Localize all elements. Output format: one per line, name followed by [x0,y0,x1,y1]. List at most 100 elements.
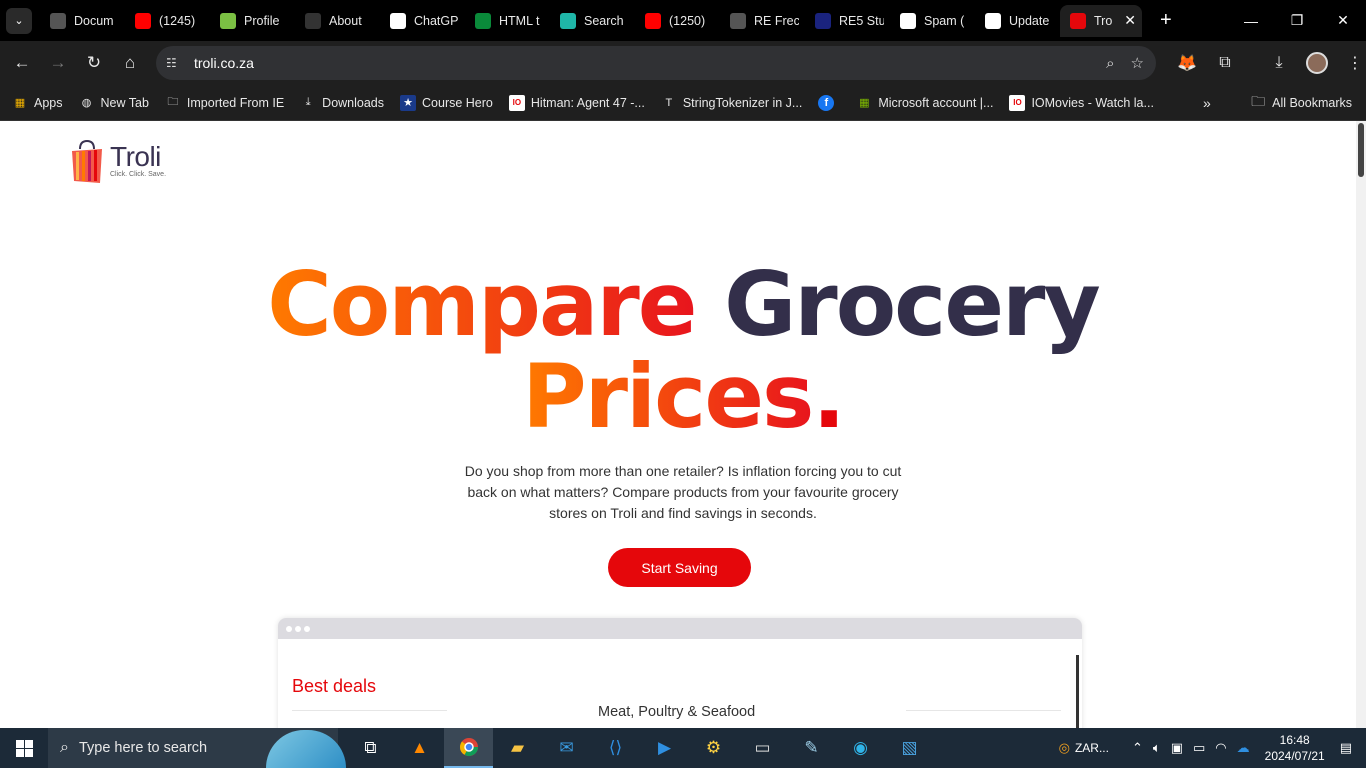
all-bookmarks-label: All Bookmarks [1272,96,1352,110]
minimize-icon[interactable]: — [1228,0,1274,41]
bookmark-item[interactable]: ▦ Apps [4,95,71,111]
home-button[interactable]: ⌂ [112,45,148,81]
hero-word-grocery: Grocery [724,253,1101,356]
tab-search-button[interactable]: ⌄ [6,7,32,34]
tab[interactable]: RE Frec [720,5,805,37]
extensions-icon[interactable]: ⧉ [1206,54,1244,72]
tab[interactable]: RE5 Stu [805,5,890,37]
bookmark-item[interactable]: 🗀 Imported From IE [157,95,292,111]
tab[interactable]: ChatGP [380,5,465,37]
onedrive-icon[interactable]: ☁ [1237,740,1250,756]
windows-logo-icon [15,739,33,757]
close-tab-icon[interactable]: ✕ [1124,12,1136,29]
media-player-icon[interactable]: ▶ [640,728,689,768]
reload-button[interactable]: ↻ [76,45,112,81]
tab[interactable]: Update [975,5,1060,37]
meet-now-icon[interactable]: ▣ [1171,740,1183,756]
vlc-icon[interactable]: ▲ [395,728,444,768]
task-view-icon[interactable]: ⧉ [346,728,395,768]
volume-icon[interactable]: 🔈︎ [1153,740,1161,756]
bookmark-label: Imported From IE [186,95,285,110]
address-bar[interactable]: ☷ troli.co.za ⌕ ☆ [156,46,1156,80]
bookmarks-overflow-button[interactable]: » [1203,85,1211,121]
clock[interactable]: 16:48 2024/07/21 [1265,732,1325,764]
bookmark-item[interactable]: T StringTokenizer in J... [653,95,811,111]
folder-icon: 🗀 [167,96,179,108]
bookmark-item[interactable]: ◍ New Tab [71,95,157,111]
preview-scrollbar [1076,655,1079,728]
site-info-icon[interactable]: ☷ [166,56,184,70]
microsoft-icon: ▦ [859,97,870,109]
youtube-icon [645,12,661,29]
tab-title: RE5 Stu [839,13,884,28]
back-button[interactable]: ← [4,45,40,81]
profile-avatar[interactable] [1298,52,1336,74]
troli-logo[interactable]: Troli Click. Click. Save. [70,139,166,183]
bookmark-star-icon[interactable]: ☆ [1131,54,1144,72]
tab-title: (1250) [669,13,706,28]
tab[interactable]: Search [550,5,635,37]
tab-title: HTML t [499,13,540,28]
metamask-icon[interactable]: 🦊 [1168,53,1206,73]
close-window-icon[interactable]: ✕ [1320,0,1366,41]
globe-icon: ◍ [81,97,92,109]
tab[interactable]: Spam ( [890,5,975,37]
bookmark-item[interactable]: ★ Course Hero [392,94,501,111]
coins-icon[interactable]: ◎ [1059,740,1070,756]
tab[interactable]: (1245) [125,5,210,37]
battery-icon[interactable]: ▭ [1193,740,1205,756]
file-explorer-icon[interactable]: ▰ [493,728,542,768]
tab[interactable]: (1250) [635,5,720,37]
wifi-icon[interactable]: ◠ [1215,740,1226,756]
apps-grid-icon: ▦ [14,97,26,109]
bookmark-item[interactable]: f [810,94,848,111]
restore-icon[interactable]: ❐ [1274,0,1320,41]
python-icon[interactable]: ⚙ [689,728,738,768]
chevron-up-icon[interactable]: ⌃ [1132,740,1143,756]
tab-title: Profile [244,13,280,28]
page-scrollbar[interactable] [1356,121,1366,728]
start-saving-button[interactable]: Start Saving [608,548,751,587]
all-bookmarks-button[interactable]: 🗀 All Bookmarks [1251,85,1352,121]
windows-taskbar: ⌕ Type here to search ⧉ ▲ ▰ ✉ ⟨⟩ ▶ ⚙ ▭ ✎… [0,728,1366,768]
tab-title: ChatGP [414,13,459,28]
bookmark-label: IOMovies - Watch la... [1031,95,1154,110]
doc-icon [815,12,831,29]
best-deals-heading: Best deals [292,676,377,696]
photos-icon[interactable]: ▧ [885,728,934,768]
menu-kebab-icon[interactable]: ⋮ [1336,53,1366,73]
start-button[interactable] [0,728,48,768]
shopping-bag-icon [70,139,104,183]
tab[interactable]: Profile [210,5,295,37]
tab[interactable]: Tro ✕ [1060,4,1142,37]
bookmark-item[interactable]: ▦ Microsoft account |... [848,95,1001,111]
tab[interactable]: Docum [40,5,125,37]
bookmark-label: Apps [34,95,63,110]
terminal-icon[interactable]: ▭ [738,728,787,768]
bookmark-item[interactable]: ⤓ Downloads [292,95,392,111]
edge-icon[interactable]: ◉ [836,728,885,768]
bookmark-item[interactable]: IO Hitman: Agent 47 -... [501,94,653,111]
vscode-icon[interactable]: ⟨⟩ [591,728,640,768]
notifications-icon[interactable]: ▤ [1340,740,1352,756]
notepad-icon[interactable]: ✎ [787,728,836,768]
chrome-icon[interactable] [444,728,493,768]
mail-icon[interactable]: ✉ [542,728,591,768]
arrow-right-icon: → [49,53,67,72]
bookmark-label: StringTokenizer in J... [682,95,803,110]
bookmark-list: ▦ Apps ◍ New Tab 🗀 Imported From IE ⤓ Downloads… [4,94,1162,111]
url-text[interactable]: troli.co.za [194,55,254,71]
tab[interactable]: About [295,5,380,37]
scrollbar-thumb[interactable] [1358,123,1364,177]
currency-label[interactable]: ZAR... [1075,741,1109,755]
new-tab-button[interactable]: + [1160,9,1172,32]
forward-button[interactable]: → [40,45,76,81]
search-highlight-illustration [266,730,346,768]
download-icon[interactable]: ⤓ [1260,54,1298,72]
preview-window-bar [278,618,1082,639]
zoom-icon[interactable]: ⌕ [1106,55,1114,72]
tab[interactable]: HTML t [465,5,550,37]
taskbar-search[interactable]: ⌕ Type here to search [48,728,346,768]
bookmark-item[interactable]: IO IOMovies - Watch la... [1001,94,1161,111]
gmail-icon [900,12,916,29]
